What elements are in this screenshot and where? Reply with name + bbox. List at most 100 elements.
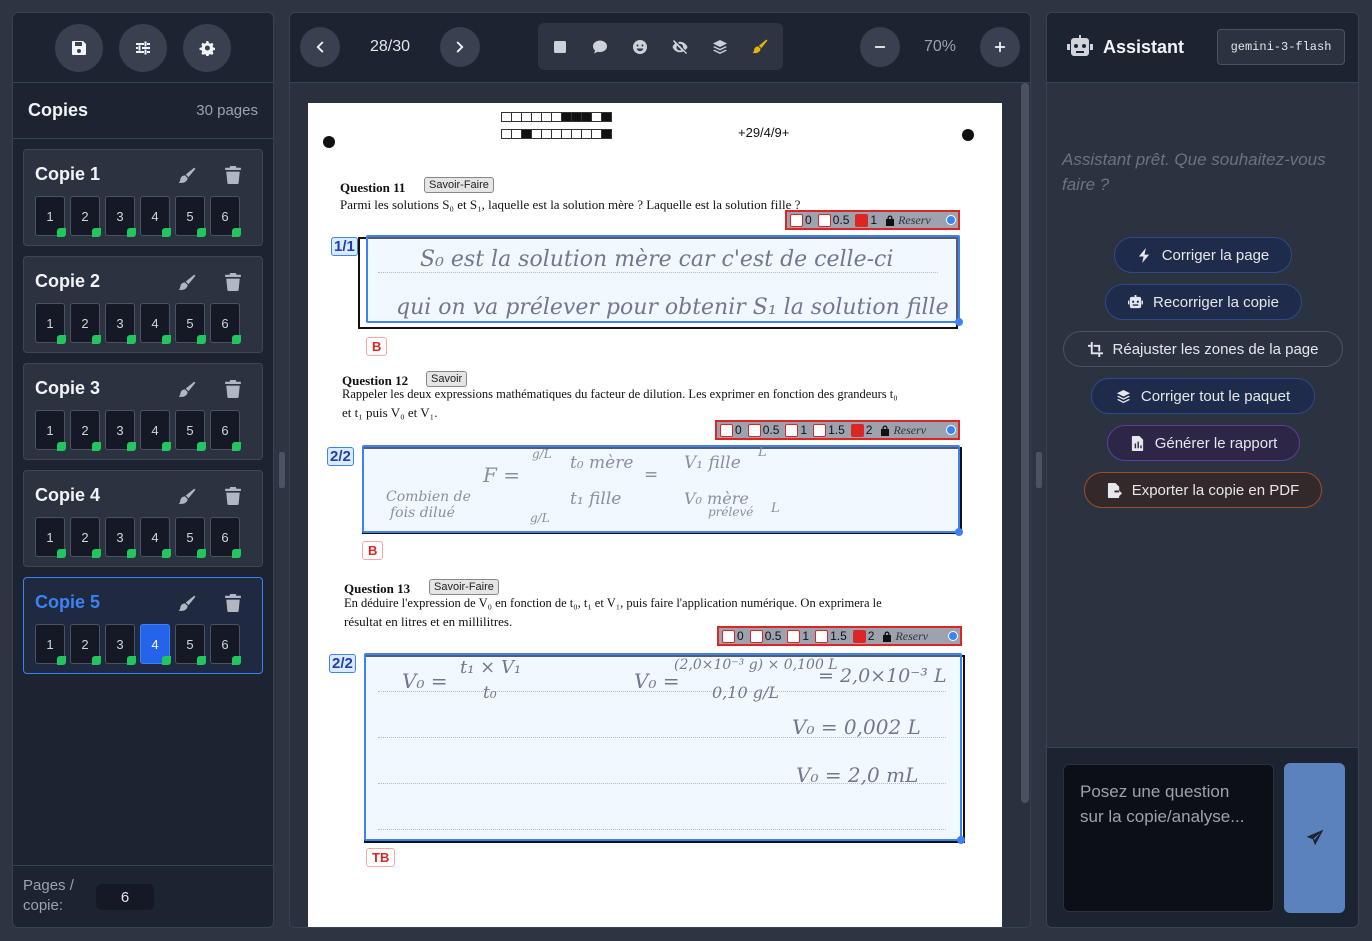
trash-icon[interactable] [225, 273, 241, 291]
zoom-in-button[interactable] [980, 27, 1020, 67]
page-thumbnail[interactable]: 3 [105, 196, 136, 237]
trash-icon[interactable] [225, 487, 241, 505]
action-label: Corriger tout le paquet [1140, 387, 1291, 405]
page-thumbnail[interactable]: 1 [35, 410, 66, 451]
brush-icon[interactable] [178, 381, 196, 399]
score-checkbox[interactable] [747, 423, 761, 437]
page-thumbnail[interactable]: 3 [105, 303, 136, 344]
answer-zone[interactable] [366, 235, 963, 326]
save-button[interactable] [55, 23, 103, 72]
score-checkbox[interactable] [815, 629, 829, 643]
page-thumbnail[interactable]: 6 [210, 410, 241, 451]
score-checkbox[interactable] [817, 213, 831, 227]
score-selector[interactable]: 0 0.5 1 1.5 2 Reserv [717, 626, 962, 646]
correct-all-button[interactable]: Corriger tout le paquet [1091, 378, 1315, 414]
recorrect-copy-button[interactable]: Recorriger la copie [1105, 284, 1302, 320]
page-viewer[interactable]: +29/4/9+ Question 11 Savoir-Faire Parmi … [290, 83, 1030, 927]
model-selector[interactable]: gemini-3-flash [1217, 29, 1345, 65]
page-thumbnail[interactable]: 4 [140, 624, 171, 665]
page-thumbnail[interactable]: 2 [70, 196, 101, 237]
copy-card[interactable]: Copie 2 123456 [23, 256, 263, 353]
page-thumbnail[interactable]: 2 [70, 517, 101, 558]
page-thumbnail[interactable]: 2 [70, 624, 101, 665]
score-label[interactable]: 2/2 [329, 654, 356, 673]
send-button[interactable] [1284, 763, 1345, 913]
answer-zone[interactable] [362, 445, 963, 536]
score-checkbox[interactable] [720, 423, 733, 437]
copy-card[interactable]: Copie 1 123456 [23, 149, 263, 246]
score-checkbox[interactable] [852, 629, 866, 643]
assistant-status-message: Assistant prêt. Que souhaitez-vous faire… [1062, 150, 1326, 194]
comment-tool[interactable] [580, 23, 620, 70]
page-thumbnail[interactable]: 2 [70, 410, 101, 451]
page-thumbnails: 123456 [35, 517, 241, 558]
page-thumbnail[interactable]: 3 [105, 410, 136, 451]
page-thumbnail[interactable]: 3 [105, 624, 136, 665]
brush-tool[interactable] [740, 23, 780, 70]
page-thumbnail[interactable]: 5 [175, 517, 206, 558]
next-page-button[interactable] [440, 27, 480, 67]
readjust-zones-button[interactable]: Réajuster les zones de la page [1063, 331, 1343, 367]
score-checkbox[interactable] [813, 423, 827, 437]
filters-button[interactable] [119, 23, 167, 72]
page-thumbnail[interactable]: 5 [175, 196, 206, 237]
page-thumbnail[interactable]: 5 [175, 303, 206, 344]
brush-icon[interactable] [178, 274, 196, 292]
right-splitter-handle[interactable] [1036, 452, 1042, 488]
chat-input[interactable] [1063, 764, 1274, 912]
score-selector[interactable]: 0 0.5 1 1.5 2 Reserv [715, 420, 960, 440]
trash-icon[interactable] [225, 166, 241, 184]
emoji-tool[interactable] [620, 23, 660, 70]
score-selector[interactable]: 0 0.5 1 Reserv [785, 210, 960, 230]
score-checkbox[interactable] [749, 629, 763, 643]
page-thumbnail[interactable]: 1 [35, 303, 66, 344]
page-thumbnail[interactable]: 2 [70, 303, 101, 344]
page-thumbnail[interactable]: 1 [35, 196, 66, 237]
score-checkbox[interactable] [790, 213, 803, 227]
page-thumbnail[interactable]: 4 [140, 303, 171, 344]
score-checkbox[interactable] [787, 629, 801, 643]
layers-tool[interactable] [700, 23, 740, 70]
grade-label[interactable]: B [366, 337, 388, 356]
copy-card[interactable]: Copie 4 123456 [23, 470, 263, 567]
page-thumbnail[interactable]: 5 [175, 410, 206, 451]
page-thumbnail[interactable]: 6 [210, 624, 241, 665]
copy-card[interactable]: Copie 3 123456 [23, 363, 263, 460]
page-thumbnail[interactable]: 3 [105, 517, 136, 558]
answer-zone[interactable] [364, 653, 965, 844]
page-thumbnail[interactable]: 1 [35, 624, 66, 665]
page-thumbnail[interactable]: 6 [210, 517, 241, 558]
page-thumbnail[interactable]: 4 [140, 410, 171, 451]
left-splitter-handle[interactable] [279, 452, 285, 488]
page-thumbnail[interactable]: 4 [140, 517, 171, 558]
score-checkbox[interactable] [850, 423, 864, 437]
prev-page-button[interactable] [300, 27, 340, 67]
page-thumbnail[interactable]: 5 [175, 624, 206, 665]
export-pdf-button[interactable]: Exporter la copie en PDF [1084, 472, 1322, 508]
page-thumbnail[interactable]: 6 [210, 303, 241, 344]
page-thumbnail[interactable]: 4 [140, 196, 171, 237]
brush-icon[interactable] [178, 167, 196, 185]
viewer-scrollbar[interactable] [1021, 83, 1029, 803]
score-label[interactable]: 1/1 [331, 237, 358, 256]
copy-card[interactable]: Copie 5 123456 [23, 577, 263, 674]
page-thumbnail[interactable]: 1 [35, 517, 66, 558]
zoom-out-button[interactable] [860, 27, 900, 67]
trash-icon[interactable] [225, 380, 241, 398]
rectangle-tool[interactable] [540, 23, 580, 70]
pages-per-copy-input[interactable] [96, 884, 154, 910]
score-checkbox[interactable] [722, 629, 735, 643]
score-checkbox[interactable] [855, 213, 869, 227]
page-thumbnail[interactable]: 6 [210, 196, 241, 237]
grade-label[interactable]: TB [366, 848, 396, 867]
correct-page-button[interactable]: Corriger la page [1114, 237, 1292, 273]
brush-icon[interactable] [178, 595, 196, 613]
hide-annotations-tool[interactable] [660, 23, 700, 70]
settings-button[interactable] [183, 23, 231, 72]
brush-icon[interactable] [178, 488, 196, 506]
trash-icon[interactable] [225, 594, 241, 612]
score-label[interactable]: 2/2 [327, 447, 354, 466]
grade-label[interactable]: B [362, 541, 384, 560]
generate-report-button[interactable]: Générer le rapport [1107, 425, 1300, 461]
score-checkbox[interactable] [785, 423, 799, 437]
